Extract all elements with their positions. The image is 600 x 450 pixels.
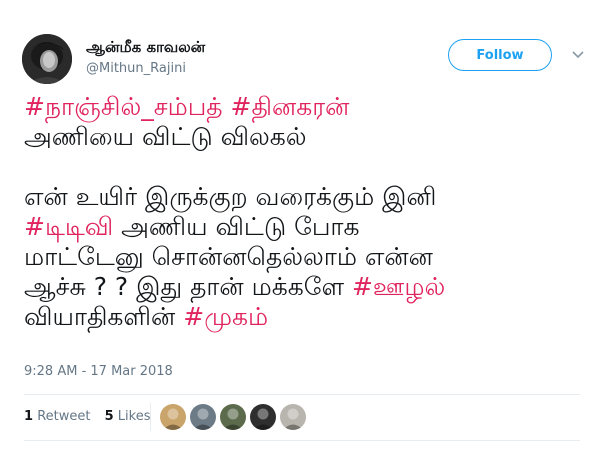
liker-avatar-icon[interactable]: [250, 404, 276, 430]
chevron-down-icon[interactable]: [570, 47, 586, 63]
stats-separator: [150, 403, 151, 431]
tweet-line: ஆச்சு ? ? இது தான் மக்களே #ஊழல்: [24, 272, 584, 302]
tweet-text: #நாஞ்சில்_சம்பத் #தினகரன் அணியை விட்டு வி…: [24, 92, 584, 332]
likes-label: Likes: [117, 409, 151, 424]
tweet-text-segment: அணியை விட்டு விலகல்: [24, 122, 307, 151]
hashtag-link[interactable]: #ஊழல்: [352, 272, 445, 301]
likes-count: 5: [104, 409, 114, 424]
tweet-line: அணியை விட்டு விலகல்: [24, 122, 584, 152]
retweets-stat[interactable]: 1 Retweet: [24, 409, 90, 424]
likes-stat[interactable]: 5 Likes: [105, 409, 151, 424]
liker-avatar-icon[interactable]: [280, 404, 306, 430]
retweets-count: 1: [24, 409, 34, 424]
tweet-line: வியாதிகளின் #முகம்: [24, 302, 584, 332]
tweet-text-segment: வியாதிகளின்: [24, 302, 184, 331]
divider: [24, 440, 580, 441]
tweet-line: #நாஞ்சில்_சம்பத் #தினகரன்: [24, 92, 584, 122]
tweet-timestamp[interactable]: 9:28 AM - 17 Mar 2018: [24, 364, 173, 379]
profile-avatar[interactable]: [22, 34, 72, 84]
follow-button[interactable]: Follow: [448, 39, 552, 71]
divider: [24, 394, 580, 395]
tweet-text-segment: ஆச்சு ? ? இது தான் மக்களே: [24, 272, 352, 301]
profile-photo-icon: [22, 34, 72, 84]
tweet-line: என் உயிர் இருக்குற வரைக்கும் இனி: [24, 182, 584, 212]
hashtag-link[interactable]: #முகம்: [183, 302, 268, 331]
hashtag-link[interactable]: #நாஞ்சில்_சம்பத் #தினகரன்: [24, 92, 349, 121]
hashtag-link[interactable]: #டிடிவி: [24, 212, 113, 241]
liker-avatar-icon[interactable]: [190, 404, 216, 430]
tweet-text-segment: என் உயிர் இருக்குற வரைக்கும் இனி: [24, 182, 437, 211]
user-handle[interactable]: @Mithun_Rajini: [86, 61, 186, 76]
tweet-text-segment: அணிய விட்டு போக: [113, 212, 360, 241]
liker-avatar-icon[interactable]: [220, 404, 246, 430]
display-name[interactable]: ஆன்மீக காவலன்: [86, 38, 205, 58]
liker-avatar-icon[interactable]: [160, 404, 186, 430]
retweets-label: Retweet: [37, 409, 91, 424]
tweet-stats: 1 Retweet 5 Likes: [24, 409, 161, 424]
tweet-header: ஆன்மீக காவலன் @Mithun_Rajini Follow: [22, 28, 592, 84]
tweet-line: மாட்டேனு சொன்னதெல்லாம் என்ன: [24, 242, 584, 272]
tweet-line: #டிடிவி அணிய விட்டு போக: [24, 212, 584, 242]
tweet-text-segment: மாட்டேனு சொன்னதெல்லாம் என்ன: [24, 242, 433, 271]
